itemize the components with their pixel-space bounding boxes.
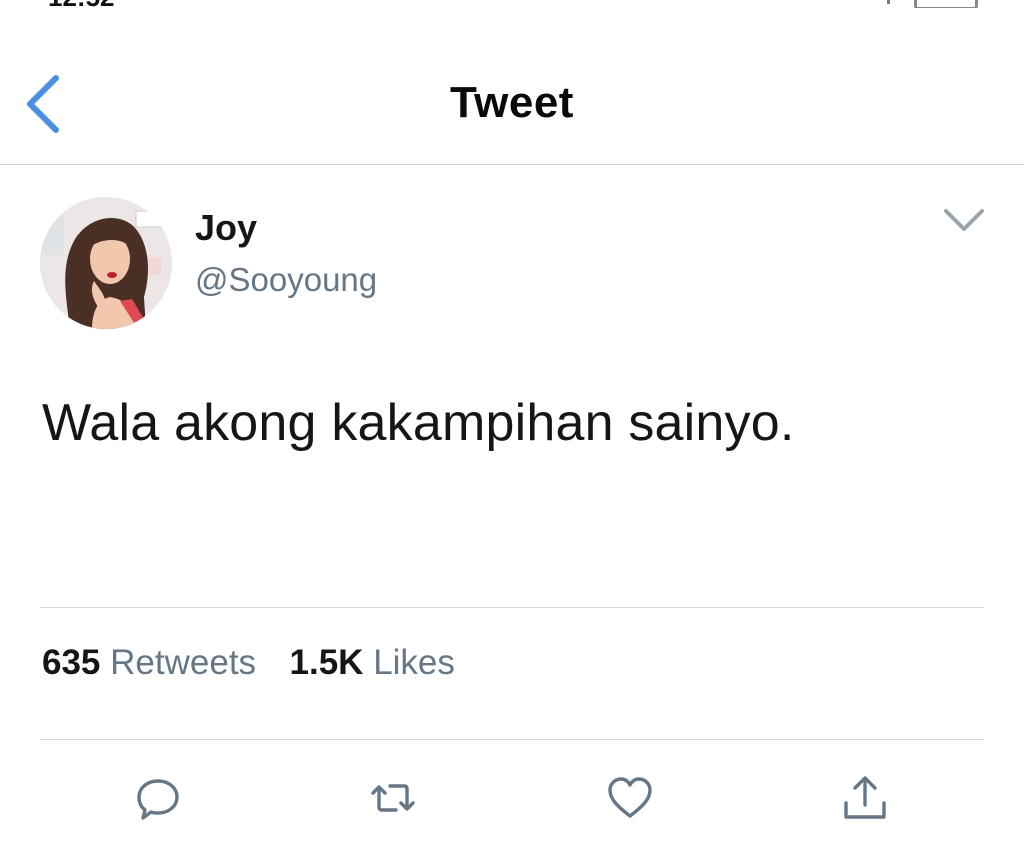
chevron-down-icon (944, 209, 984, 231)
divider (40, 739, 984, 740)
share-button[interactable] (840, 773, 890, 823)
divider (40, 607, 984, 608)
likes-stat[interactable]: 1.5K Likes (290, 643, 455, 682)
tweet-text: Wala akong kakampihan sainyo. (42, 394, 795, 452)
reply-button[interactable] (133, 773, 183, 823)
share-icon (844, 776, 886, 819)
retweet-icon (371, 784, 415, 812)
likes-label: Likes (373, 643, 455, 682)
tweet-detail: Joy @Sooyoung Wala akong kakampihan sain… (0, 165, 1024, 858)
retweet-button[interactable] (368, 773, 418, 823)
heart-icon (608, 777, 652, 818)
reply-icon (137, 779, 179, 820)
likes-count: 1.5K (289, 643, 364, 682)
author-handle[interactable]: @Sooyoung (195, 261, 377, 299)
navigation-bar: Tweet (0, 0, 1024, 165)
like-button[interactable] (605, 773, 655, 823)
retweets-stat[interactable]: 635 Retweets (42, 643, 266, 682)
more-options-button[interactable] (940, 203, 988, 237)
profile-photo (40, 197, 172, 329)
tweet-stats: 635 Retweets 1.5K Likes (42, 643, 455, 683)
retweets-label: Retweets (110, 643, 257, 682)
avatar[interactable] (40, 197, 172, 329)
retweets-count: 635 (42, 643, 101, 682)
page-title: Tweet (450, 78, 574, 127)
author-name[interactable]: Joy (195, 207, 257, 249)
